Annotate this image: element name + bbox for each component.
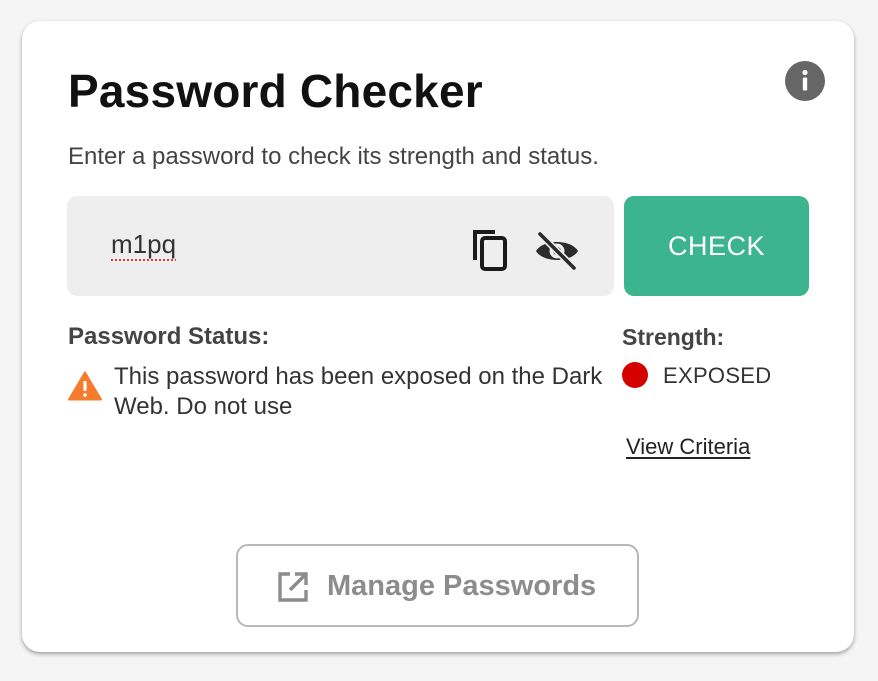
check-button[interactable]: CHECK <box>624 196 809 296</box>
copy-icon[interactable] <box>467 228 511 272</box>
password-field[interactable] <box>67 196 614 296</box>
password-status-message: This password has been exposed on the Da… <box>114 363 603 420</box>
info-icon[interactable] <box>785 61 825 101</box>
external-link-icon <box>276 570 310 604</box>
strength-label: Strength: <box>622 324 725 350</box>
manage-passwords-label: Manage Passwords <box>327 570 597 602</box>
eye-off-icon[interactable] <box>533 229 581 273</box>
warning-triangle-icon <box>68 371 102 401</box>
view-criteria-link[interactable]: View Criteria <box>626 433 750 461</box>
manage-passwords-button[interactable]: Manage Passwords <box>236 544 639 627</box>
password-checker-card: Password Checker Enter a password to che… <box>22 21 854 652</box>
strength-value: EXPOSED <box>663 363 772 388</box>
page-title: Password Checker <box>68 65 483 117</box>
password-input[interactable] <box>111 226 411 262</box>
strength-indicator-dot <box>622 362 648 388</box>
password-status-label: Password Status: <box>68 323 270 350</box>
subtitle: Enter a password to check its strength a… <box>68 143 599 170</box>
